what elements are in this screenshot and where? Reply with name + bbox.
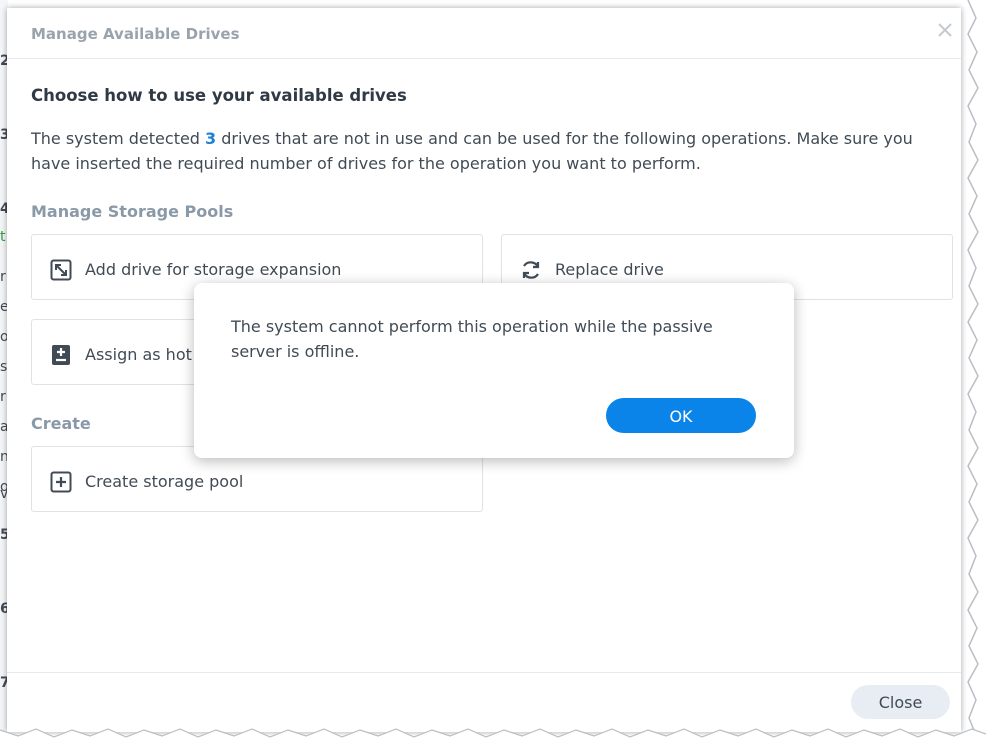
alert-message: The system cannot perform this operation…: [231, 317, 713, 361]
section-heading: Choose how to use your available drives: [31, 86, 407, 105]
assign-hot-spare-label: Assign as hot: [85, 345, 192, 364]
add-drive-label: Add drive for storage expansion: [85, 260, 342, 279]
create-storage-pool-label: Create storage pool: [85, 472, 244, 491]
expand-icon: [50, 259, 72, 281]
dialog-title: Manage Available Drives: [31, 25, 240, 43]
refresh-icon: [522, 261, 540, 279]
description-text: The system detected 3 drives that are no…: [31, 126, 941, 176]
drive-count: 3: [205, 129, 217, 148]
torn-edge-right: [967, 0, 986, 740]
dialog-footer: Close: [7, 672, 961, 732]
replace-drive-label: Replace drive: [555, 260, 664, 279]
ok-button[interactable]: OK: [606, 398, 756, 433]
close-button[interactable]: Close: [851, 685, 950, 719]
manage-storage-pools-label: Manage Storage Pools: [31, 202, 234, 221]
background-text: r: [0, 269, 6, 285]
close-icon[interactable]: [935, 20, 955, 40]
background-text: r: [0, 389, 6, 405]
description-prefix: The system detected: [31, 129, 206, 148]
dialog-header: Manage Available Drives: [7, 8, 961, 59]
hot-spare-icon: [52, 345, 70, 365]
background-text: t: [0, 229, 6, 245]
create-section-label: Create: [31, 414, 91, 433]
close-x-glyph: [938, 23, 952, 37]
torn-edge-bottom: [0, 728, 986, 740]
offline-alert-dialog: The system cannot perform this operation…: [194, 283, 794, 458]
add-box-icon: [50, 471, 72, 493]
